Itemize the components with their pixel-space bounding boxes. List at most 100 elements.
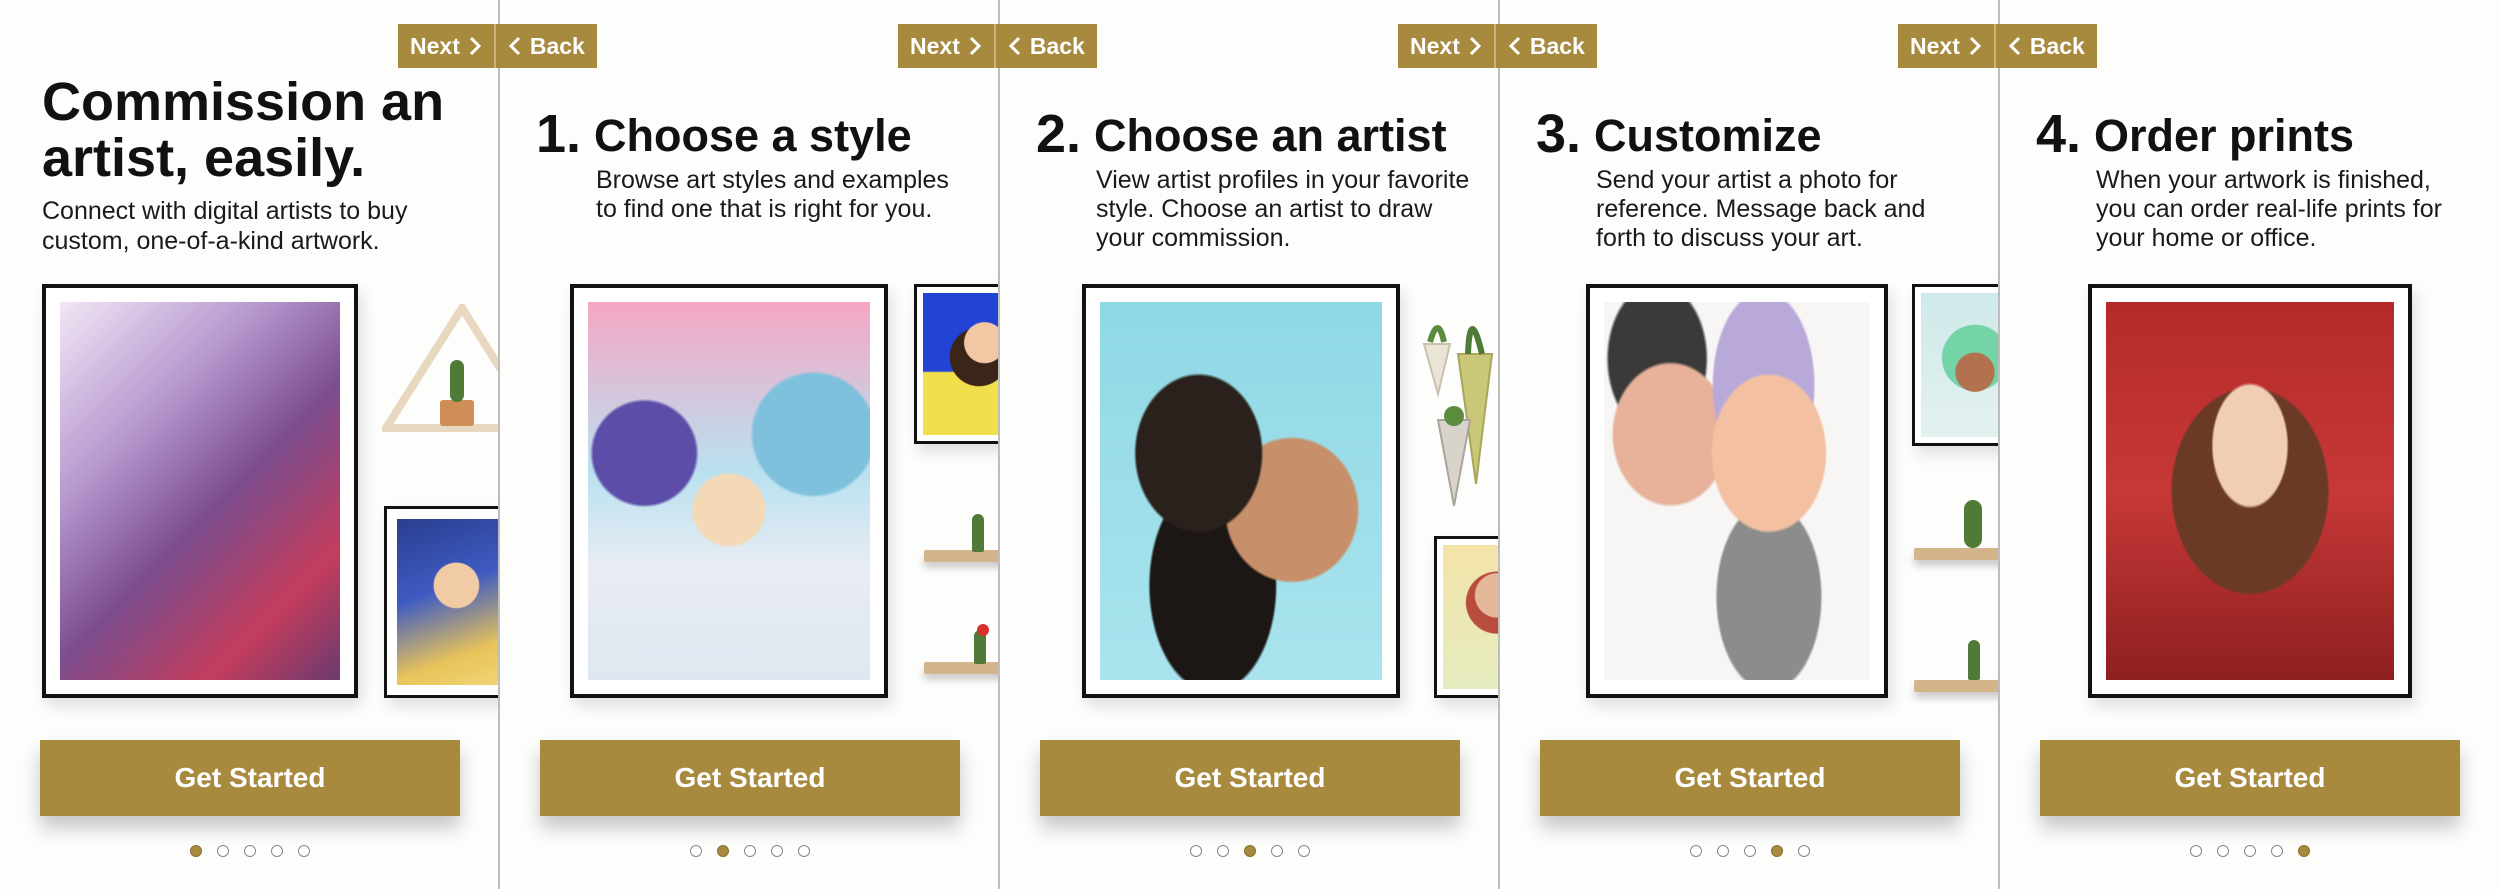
page-dot-5[interactable] <box>1798 845 1810 857</box>
page-dot-3[interactable] <box>744 845 756 857</box>
pagination-dots <box>0 845 498 857</box>
nav-pair-2: Next Back <box>898 24 1097 68</box>
portrait-artwork <box>2088 284 2412 698</box>
next-button[interactable]: Next <box>1898 24 1994 68</box>
step-title: Customize <box>1594 110 1822 161</box>
cactus-flower <box>977 624 989 636</box>
nav-pair-4: Next Back <box>1898 24 2097 68</box>
back-label: Back <box>1529 32 1585 59</box>
page-dot-1[interactable] <box>190 845 202 857</box>
step-4-panel: 4. Order prints When your artwork is fin… <box>2000 0 2500 889</box>
get-started-button[interactable]: Get Started <box>2040 740 2460 816</box>
back-button[interactable]: Back <box>993 24 1097 68</box>
page-dot-1[interactable] <box>1190 845 1202 857</box>
chevron-right-icon <box>469 36 481 56</box>
chevron-left-icon <box>1008 36 1020 56</box>
get-started-button[interactable]: Get Started <box>1040 740 1460 816</box>
wall-shelf <box>924 662 998 674</box>
page-dot-3[interactable] <box>1744 845 1756 857</box>
teddy-bears-artwork <box>570 284 888 698</box>
next-label: Next <box>1910 32 1960 59</box>
wall-shelf <box>1914 548 1998 560</box>
glasses-portrait <box>384 506 498 698</box>
page-dot-5[interactable] <box>298 845 310 857</box>
cactus-plant <box>972 514 984 552</box>
page-dot-2[interactable] <box>1217 845 1229 857</box>
page-dot-2[interactable] <box>2217 845 2229 857</box>
step-number: 1. <box>536 104 582 164</box>
triangle-shelf <box>382 304 498 432</box>
pagination-dots <box>500 845 998 857</box>
get-started-button[interactable]: Get Started <box>540 740 960 816</box>
next-label: Next <box>1410 32 1460 59</box>
wall-shelf <box>1914 680 1998 692</box>
nav-pair-3: Next Back <box>1398 24 1597 68</box>
next-button[interactable]: Next <box>898 24 994 68</box>
chevron-right-icon <box>969 36 981 56</box>
page-dot-2[interactable] <box>1717 845 1729 857</box>
step-description: Send your artist a photo for reference. … <box>1596 166 1926 252</box>
page-dot-4[interactable] <box>771 845 783 857</box>
green-hair-portrait <box>1912 284 1998 446</box>
step-description: View artist profiles in your favorite st… <box>1096 166 1470 252</box>
girl-portrait <box>1434 536 1498 698</box>
dogs-artwork <box>1082 284 1400 698</box>
page-dot-1[interactable] <box>1690 845 1702 857</box>
chevron-left-icon <box>1508 36 1520 56</box>
get-started-button[interactable]: Get Started <box>1540 740 1960 816</box>
intro-subtitle: Connect with digital artists to buy cust… <box>42 197 408 255</box>
page-dot-3[interactable] <box>1244 845 1256 857</box>
step-3-panel: 3. Customize Send your artist a photo fo… <box>1500 0 2000 889</box>
woman-sign-portrait <box>914 284 998 444</box>
wall-shelf <box>924 550 998 562</box>
step-number: 2. <box>1036 104 1082 164</box>
page-dot-4[interactable] <box>1271 845 1283 857</box>
page-dot-5[interactable] <box>798 845 810 857</box>
onboarding-strip: Commission an artist, easily. Connect wi… <box>0 0 2500 889</box>
chevron-right-icon <box>1469 36 1481 56</box>
intro-panel: Commission an artist, easily. Connect wi… <box>0 0 500 889</box>
page-dot-4[interactable] <box>2271 845 2283 857</box>
page-dot-1[interactable] <box>2190 845 2202 857</box>
succulent-plant <box>1964 500 1982 548</box>
step-description: When your artwork is finished, you can o… <box>2096 166 2442 252</box>
pagination-dots <box>1500 845 1998 857</box>
page-dot-4[interactable] <box>271 845 283 857</box>
step-title: Choose an artist <box>1094 110 1447 161</box>
page-dot-2[interactable] <box>717 845 729 857</box>
step-title: Choose a style <box>594 110 912 161</box>
kiss-artwork <box>1586 284 1888 698</box>
step-2-panel: 2. Choose an artist View artist profiles… <box>1000 0 1500 889</box>
back-button[interactable]: Back <box>1493 24 1597 68</box>
page-dot-3[interactable] <box>2244 845 2256 857</box>
chevron-left-icon <box>2008 36 2020 56</box>
back-label: Back <box>2029 32 2085 59</box>
step-number: 3. <box>1536 104 1582 164</box>
page-dot-5[interactable] <box>1298 845 1310 857</box>
pagination-dots <box>1000 845 1498 857</box>
back-button[interactable]: Back <box>1993 24 2097 68</box>
back-label: Back <box>529 32 585 59</box>
page-dot-2[interactable] <box>217 845 229 857</box>
wall-planter-small <box>1436 406 1472 507</box>
next-button[interactable]: Next <box>398 24 494 68</box>
next-button[interactable]: Next <box>1398 24 1494 68</box>
step-description: Browse art styles and examples to find o… <box>596 166 949 223</box>
pagination-dots <box>2000 845 2500 857</box>
cactus-plant <box>1968 640 1980 680</box>
chevron-right-icon <box>1969 36 1981 56</box>
dancer-artwork <box>42 284 358 698</box>
page-dot-3[interactable] <box>244 845 256 857</box>
step-1-panel: 1. Choose a style Browse art styles and … <box>500 0 1000 889</box>
back-button[interactable]: Back <box>493 24 597 68</box>
next-label: Next <box>410 32 460 59</box>
get-started-button[interactable]: Get Started <box>40 740 460 816</box>
step-number: 4. <box>2036 104 2082 164</box>
page-dot-5[interactable] <box>2298 845 2310 857</box>
next-label: Next <box>910 32 960 59</box>
step-title: Order prints <box>2094 110 2355 161</box>
page-dot-1[interactable] <box>690 845 702 857</box>
back-label: Back <box>1029 32 1085 59</box>
page-dot-4[interactable] <box>1771 845 1783 857</box>
intro-title: Commission an artist, easily. <box>42 72 445 188</box>
